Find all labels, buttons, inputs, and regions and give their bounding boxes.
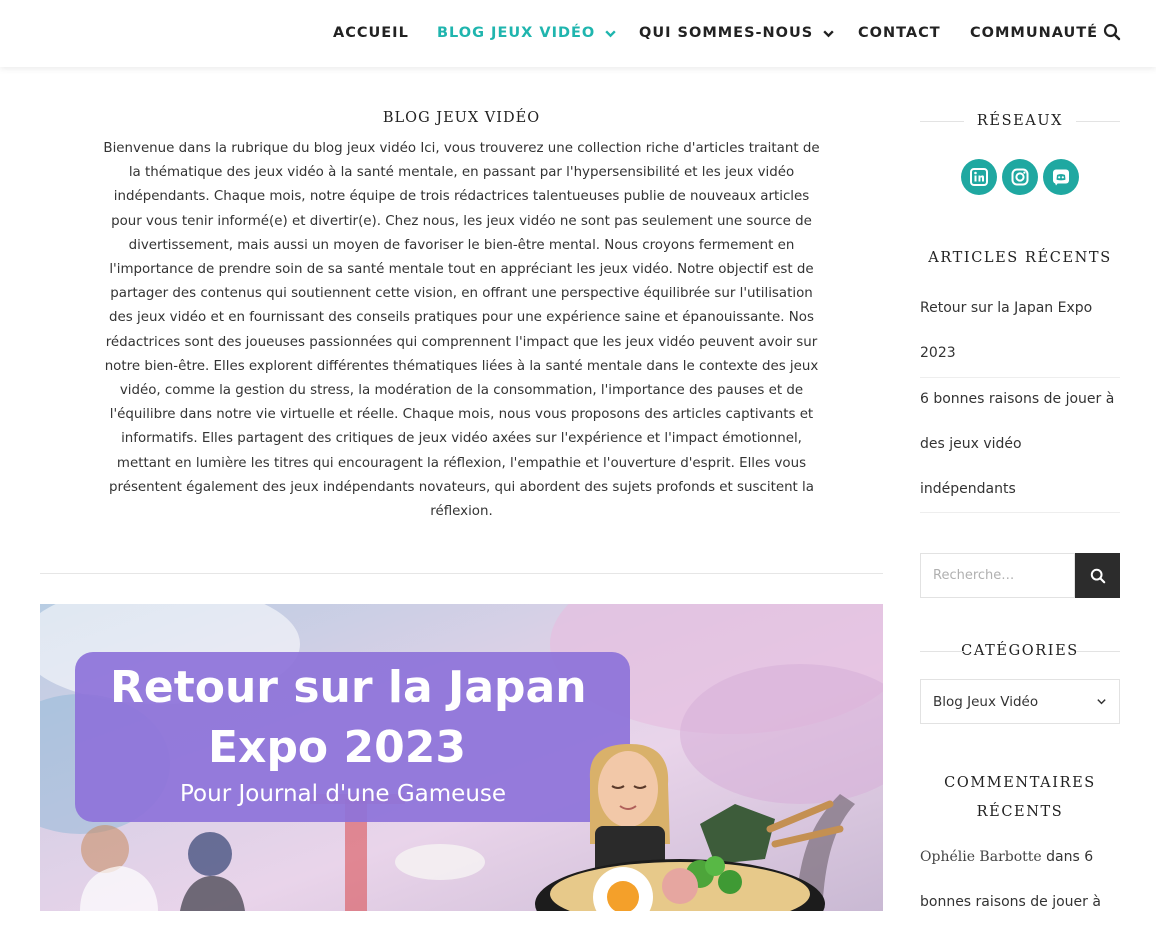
recent-article-line: indépendants bbox=[920, 481, 1016, 497]
chevron-down-icon bbox=[605, 29, 616, 37]
title-rule-right bbox=[1076, 651, 1120, 652]
title-rule-left bbox=[920, 121, 964, 122]
title-rule-right bbox=[1076, 121, 1120, 122]
instagram-icon bbox=[1011, 168, 1029, 186]
widget-title-articles: ARTICLES RÉCENTS bbox=[928, 250, 1112, 266]
discord-icon bbox=[1053, 169, 1069, 186]
nav-contact-label: CONTACT bbox=[858, 25, 941, 41]
discord-button[interactable] bbox=[1043, 159, 1079, 195]
intro-paragraph: Bienvenue dans la rubrique du blog jeux … bbox=[103, 141, 820, 520]
featured-article-image[interactable]: Retour sur la Japan Expo 2023 Pour Journ… bbox=[40, 604, 883, 911]
nav-qui-sommes-nous[interactable]: QUI SOMMES-NOUS bbox=[639, 22, 835, 44]
comment-text[interactable]: dans 6 bbox=[1042, 849, 1093, 865]
recent-article-link[interactable]: 6 bonnes raisons de jouer à des jeux vid… bbox=[920, 377, 1120, 512]
nav-contact[interactable]: CONTACT bbox=[858, 22, 941, 44]
site-header: ACCUEIL BLOG JEUX VIDÉO QUI SOMMES-NOUS … bbox=[0, 0, 1156, 67]
nav-blog-label: BLOG JEUX VIDÉO bbox=[437, 25, 596, 41]
recent-comment: Ophélie Barbotte dans 6 bonnes raisons d… bbox=[920, 835, 1120, 925]
search-icon bbox=[1090, 568, 1105, 583]
nav-blog-jeux-video[interactable]: BLOG JEUX VIDÉO bbox=[437, 22, 617, 44]
category-select[interactable]: Blog Jeux Vidéo bbox=[920, 679, 1120, 724]
recent-article-line: 6 bonnes raisons de jouer à bbox=[920, 391, 1115, 407]
category-selected: Blog Jeux Vidéo bbox=[933, 693, 1039, 710]
linkedin-button[interactable] bbox=[961, 159, 997, 195]
recent-article-line: Retour sur la Japan Expo bbox=[920, 300, 1093, 316]
featured-title-1: Retour sur la Japan bbox=[110, 662, 587, 713]
chevron-down-icon bbox=[1097, 699, 1106, 705]
search-icon[interactable] bbox=[1103, 23, 1121, 41]
search-input[interactable] bbox=[920, 553, 1075, 598]
recent-comment-line: Ophélie Barbotte dans 6 bbox=[920, 835, 1120, 880]
featured-illustration: Retour sur la Japan Expo 2023 Pour Journ… bbox=[40, 604, 883, 911]
chevron-down-icon bbox=[823, 29, 834, 37]
widget-title-reseaux: RÉSEAUX bbox=[920, 113, 1120, 129]
page-title: BLOG JEUX VIDÉO bbox=[382, 110, 541, 126]
widget-title-comments: COMMENTAIRES RÉCENTS bbox=[920, 769, 1120, 827]
widget-title-comments-line: RÉCENTS bbox=[976, 804, 1064, 820]
nav-communaute-label: COMMUNAUTÉ bbox=[970, 25, 1099, 41]
widget-title-categories-text: CATÉGORIES bbox=[961, 643, 1079, 659]
title-rule-left bbox=[920, 651, 964, 652]
widget-title-comments-line: COMMENTAIRES bbox=[944, 775, 1096, 791]
nav-communaute[interactable]: COMMUNAUTÉ bbox=[970, 22, 1098, 44]
search-button[interactable] bbox=[1075, 553, 1120, 598]
featured-title-2: Expo 2023 bbox=[208, 722, 466, 773]
recent-article-line: 2023 bbox=[920, 345, 956, 361]
recent-comment-line[interactable]: bonnes raisons de jouer à bbox=[920, 880, 1120, 925]
nav-accueil[interactable]: ACCUEIL bbox=[333, 22, 409, 44]
content-divider bbox=[40, 573, 883, 574]
widget-title-reseaux-text: RÉSEAUX bbox=[976, 113, 1064, 129]
recent-article-line: des jeux vidéo bbox=[920, 436, 1022, 452]
recent-separator bbox=[920, 512, 1120, 513]
nav-qui-label: QUI SOMMES-NOUS bbox=[639, 25, 814, 41]
featured-subtitle: Pour Journal d'une Gameuse bbox=[180, 781, 506, 807]
nav-accueil-label: ACCUEIL bbox=[333, 25, 409, 41]
widget-title-categories: CATÉGORIES bbox=[920, 643, 1120, 659]
linkedin-icon bbox=[970, 168, 988, 186]
recent-article-link[interactable]: Retour sur la Japan Expo 2023 bbox=[920, 286, 1120, 376]
comment-author-link[interactable]: Ophélie Barbotte bbox=[920, 849, 1042, 865]
instagram-button[interactable] bbox=[1002, 159, 1038, 195]
